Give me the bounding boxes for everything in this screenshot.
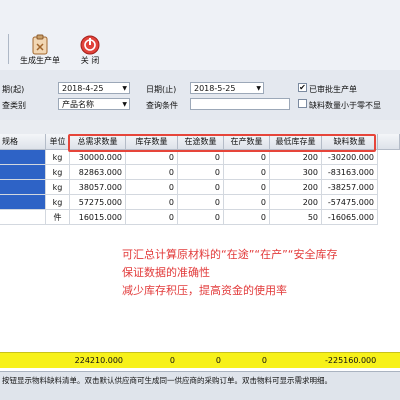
- query-label: 查询条件: [146, 101, 178, 110]
- date-end-field[interactable]: 2018-5-25 ▼: [190, 82, 264, 94]
- table-row-unit[interactable]: kg: [46, 150, 70, 165]
- approved-label: 已审批生产单: [309, 85, 357, 94]
- shortage-checkbox[interactable]: [298, 99, 307, 108]
- table-row-unit[interactable]: kg: [46, 195, 70, 210]
- toolbar-separator: [8, 34, 9, 64]
- total-demand-sum: 224210.000: [74, 356, 123, 365]
- close-button[interactable]: 关 闭: [72, 30, 108, 70]
- shortage-label: 缺料数量小于零不显: [309, 101, 381, 110]
- category-select[interactable]: 产品名称 ▼: [58, 98, 130, 110]
- column-header-spec[interactable]: 规格: [0, 134, 46, 150]
- table-row-shortage[interactable]: -57475.000: [322, 195, 378, 210]
- date-end-label: 日期(止): [146, 85, 177, 94]
- header-highlight-box: [68, 134, 376, 152]
- table-row-stock[interactable]: 0: [126, 195, 178, 210]
- date-start-label: 期(起): [2, 85, 25, 94]
- dropdown-arrow-icon: ▼: [256, 85, 261, 92]
- category-label: 查类别: [2, 101, 26, 110]
- table-row-production[interactable]: 0: [224, 195, 270, 210]
- table-row-transit[interactable]: 0: [178, 180, 224, 195]
- approved-checkbox[interactable]: ✔: [298, 83, 307, 92]
- total-min-sum: [270, 353, 322, 368]
- table-row-transit[interactable]: 0: [178, 165, 224, 180]
- table-row-min[interactable]: 200: [270, 195, 322, 210]
- table-row-total[interactable]: 57275.000: [70, 195, 126, 210]
- total-shortage-sum: -225160.000: [325, 356, 377, 365]
- table-row-shortage[interactable]: -16065.000: [322, 210, 378, 225]
- total-production-sum: 0: [261, 356, 267, 365]
- dropdown-arrow-icon: ▼: [122, 85, 127, 92]
- table-row-spec[interactable]: [0, 165, 46, 180]
- query-input[interactable]: [190, 98, 290, 110]
- total-stock-sum: 0: [169, 356, 175, 365]
- table-row-unit[interactable]: kg: [46, 165, 70, 180]
- dropdown-arrow-icon: ▼: [122, 101, 127, 108]
- total-transit-sum: 0: [215, 356, 221, 365]
- date-end-value: 2018-5-25: [194, 84, 236, 93]
- annotation-line-3: 减少库存积压，提高资金的使用率: [122, 284, 287, 297]
- table-row-production[interactable]: 0: [224, 210, 270, 225]
- table-row-shortage[interactable]: -30200.000: [322, 150, 378, 165]
- table-row-total[interactable]: 16015.000: [70, 210, 126, 225]
- generate-production-order-button[interactable]: 生成生产单: [10, 30, 70, 70]
- toolbar: 生成生产单 关 闭: [0, 0, 400, 71]
- table-row-transit[interactable]: 0: [178, 150, 224, 165]
- table-row-spec[interactable]: [0, 195, 46, 210]
- table-row-stock[interactable]: 0: [126, 165, 178, 180]
- table-row-total[interactable]: 82863.000: [70, 165, 126, 180]
- table-row-total[interactable]: 30000.000: [70, 150, 126, 165]
- annotation-line-1: 可汇总计算原材料的“在途”“在产”“安全库存: [122, 248, 338, 261]
- status-bar: 按钮显示物料缺料清单。双击默认供应商可生成同一供应商的采购订单。双击物料可显示需…: [0, 371, 400, 400]
- generate-production-order-label: 生成生产单: [20, 56, 60, 65]
- annotation-line-2: 保证数据的准确性: [122, 266, 210, 279]
- table-row-shortage[interactable]: -38257.000: [322, 180, 378, 195]
- close-label: 关 闭: [80, 56, 100, 65]
- totals-row: 224210.000 0 0 0 -225160.000: [0, 352, 400, 368]
- category-value: 产品名称: [62, 100, 94, 109]
- table-row-min[interactable]: 200: [270, 180, 322, 195]
- table-row-spec[interactable]: [0, 150, 46, 165]
- table-row-spec[interactable]: [0, 180, 46, 195]
- table-row-unit[interactable]: 件: [46, 210, 70, 225]
- table-row-shortage[interactable]: -83163.000: [322, 165, 378, 180]
- table-row-min[interactable]: 50: [270, 210, 322, 225]
- date-start-field[interactable]: 2018-4-25 ▼: [58, 82, 130, 94]
- table-row-transit[interactable]: 0: [178, 210, 224, 225]
- table-row-stock[interactable]: 0: [126, 180, 178, 195]
- table-row-production[interactable]: 0: [224, 165, 270, 180]
- status-text: 按钮显示物料缺料清单。双击默认供应商可生成同一供应商的采购订单。双击物料可显示需…: [2, 376, 332, 385]
- table-row-transit[interactable]: 0: [178, 195, 224, 210]
- table-row-production[interactable]: 0: [224, 180, 270, 195]
- filter-panel: 期(起) 2018-4-25 ▼ 日期(止) 2018-5-25 ▼ ✔ 已审批…: [0, 70, 400, 120]
- table-row-total[interactable]: 38057.000: [70, 180, 126, 195]
- column-header-unit[interactable]: 单位: [46, 134, 70, 150]
- table-row-stock[interactable]: 0: [126, 210, 178, 225]
- table-row-spec[interactable]: [0, 210, 46, 225]
- table-row-unit[interactable]: kg: [46, 180, 70, 195]
- table-row-production[interactable]: 0: [224, 150, 270, 165]
- date-start-value: 2018-4-25: [62, 84, 104, 93]
- table-row-min[interactable]: 300: [270, 165, 322, 180]
- table-row-min[interactable]: 200: [270, 150, 322, 165]
- column-header-extra: [378, 134, 400, 150]
- table-row-stock[interactable]: 0: [126, 150, 178, 165]
